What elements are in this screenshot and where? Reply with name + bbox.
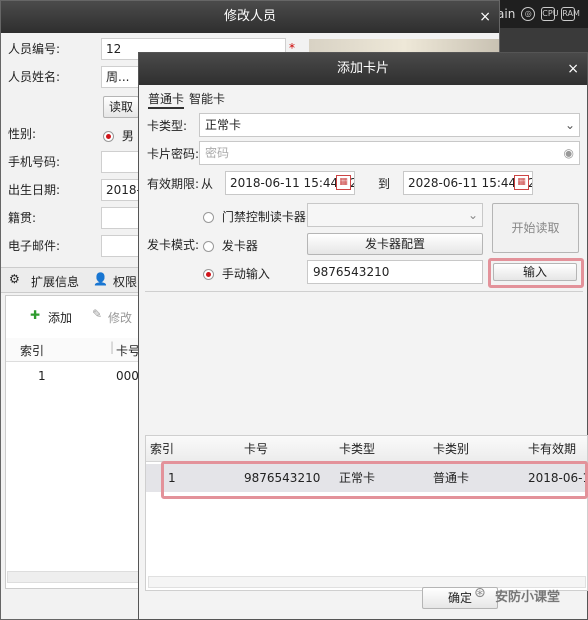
issue-mode-label: 发卡模式:	[147, 238, 200, 252]
row-card-type: 正常卡	[339, 471, 376, 485]
card-list-panel: ✚ 添加 ✎ 修改 索引 | 卡号 1 0000	[5, 295, 147, 589]
plus-icon: ✚	[30, 308, 41, 322]
edit-icon: ✎	[92, 307, 103, 321]
user-icon: 👤	[93, 272, 108, 286]
row-index: 1	[168, 471, 176, 485]
validity-to-label: 到	[378, 177, 391, 191]
card-type-select[interactable]: 正常卡 ⌄	[199, 113, 580, 137]
ok-button[interactable]: 确定	[422, 587, 498, 609]
table-header: 索引 卡号 卡类型 卡类别 卡有效期	[146, 436, 587, 462]
table-row[interactable]: 1 0000	[6, 366, 147, 388]
row-card-no: 9876543210	[244, 471, 321, 485]
add-card-title-bar: 添加卡片 ×	[139, 53, 587, 85]
validity-label: 有效期限:	[147, 177, 200, 191]
radio-unselected-icon	[203, 212, 214, 223]
validity-from-label: 从	[201, 177, 214, 191]
add-card-title: 添加卡片	[336, 61, 389, 76]
watermark-logo-icon: ⊛	[474, 585, 486, 601]
ram-icon: RAM	[561, 7, 580, 21]
row-validity: 2018-06-1	[528, 471, 588, 485]
door-reader-radio[interactable]: 门禁控制读卡器	[203, 208, 306, 225]
chevron-down-icon[interactable]: ⌄	[565, 114, 575, 136]
back-list-header: 索引 | 卡号	[6, 338, 140, 362]
gear-icon: ⚙	[9, 272, 20, 286]
tab-permissions[interactable]: 权限	[113, 273, 137, 290]
issuer-config-button[interactable]: 发卡器配置	[307, 233, 483, 255]
manual-input-radio[interactable]: 手动输入	[203, 265, 270, 282]
person-id-label: 人员编号:	[8, 42, 61, 56]
email-input[interactable]	[101, 235, 141, 257]
cpu-icon: CPU	[541, 7, 559, 21]
card-issuer-radio[interactable]: 发卡器	[203, 237, 258, 254]
column-header-card-no: 卡号	[116, 344, 141, 358]
column-header-card-category: 卡类别	[433, 442, 470, 456]
column-header-card-type: 卡类型	[339, 442, 376, 456]
door-reader-label: 门禁控制读卡器	[221, 210, 306, 224]
chevron-down-icon[interactable]: ⌄	[468, 204, 478, 226]
calendar-icon[interactable]: ▦	[514, 175, 529, 190]
column-header-index: 索引	[150, 442, 175, 456]
radio-unselected-icon	[203, 241, 214, 252]
edit-person-title: 修改人员	[223, 9, 276, 24]
gender-male-radio[interactable]: 男	[103, 127, 134, 144]
card-type-label: 卡类型:	[147, 119, 188, 133]
read-id-button[interactable]: 读取证	[103, 96, 139, 118]
back-tab-strip: ⚙ 扩展信息 👤 权限	[1, 267, 141, 293]
column-header-validity: 卡有效期	[528, 442, 577, 456]
hometown-label: 籍贯:	[8, 211, 37, 225]
radio-selected-icon	[203, 269, 214, 280]
input-button[interactable]: 输入	[493, 263, 577, 281]
birth-date-input[interactable]: 2018-0	[101, 179, 141, 201]
row-card-category: 普通卡	[433, 471, 470, 485]
person-name-input[interactable]: 周...	[101, 66, 141, 88]
app-status-strip: ain ◎ CPU RAM	[495, 0, 588, 28]
valid-from-input[interactable]: 2018-06-11 15:44:02 ▦	[225, 171, 355, 195]
card-type-value: 正常卡	[205, 118, 242, 132]
column-header-index: 索引	[20, 344, 45, 358]
close-icon[interactable]: ×	[567, 53, 579, 85]
column-header-card-no: 卡号	[244, 442, 269, 456]
gender-male-label: 男	[121, 129, 134, 143]
password-placeholder: 密码	[205, 146, 230, 160]
add-card-button[interactable]: 添加	[48, 309, 72, 326]
birth-date-label: 出生日期:	[8, 183, 61, 197]
card-password-label: 卡片密码:	[147, 147, 200, 161]
added-cards-table: 索引 卡号 卡类型 卡类别 卡有效期 1 9876543210 正常卡 普通卡 …	[145, 435, 588, 591]
card-issuer-label: 发卡器	[221, 239, 258, 253]
calendar-icon[interactable]: ▦	[336, 175, 351, 190]
add-card-dialog: 添加卡片 × 普通卡 智能卡 卡类型: 正常卡 ⌄ 卡片密码: 密码 ◉ 有效期…	[138, 52, 588, 620]
email-label: 电子邮件:	[8, 239, 61, 253]
radio-selected-icon	[103, 131, 114, 142]
close-icon[interactable]: ×	[479, 1, 491, 33]
row-index: 1	[38, 369, 46, 383]
start-read-button[interactable]: 开始读取	[492, 203, 579, 253]
hometown-input[interactable]	[101, 207, 141, 229]
watermark-text: 安防小课堂	[495, 590, 561, 605]
divider	[145, 291, 583, 292]
phone-input[interactable]	[101, 151, 141, 173]
person-name-label: 人员姓名:	[8, 70, 61, 84]
gender-label: 性别:	[8, 127, 37, 141]
eye-icon[interactable]: ◉	[564, 142, 574, 164]
edit-person-title-bar: 修改人员 ×	[1, 1, 499, 33]
manual-card-number-input[interactable]: 9876543210	[307, 260, 483, 284]
back-horizontal-scrollbar[interactable]	[7, 571, 139, 583]
door-reader-select[interactable]: ⌄	[307, 203, 483, 227]
phone-label: 手机号码:	[8, 155, 61, 169]
edit-card-button[interactable]: 修改	[108, 309, 132, 326]
column-divider: |	[110, 340, 115, 354]
table-row[interactable]: 1 9876543210 正常卡 普通卡 2018-06-1	[146, 464, 587, 492]
tab-normal-card[interactable]: 普通卡	[148, 89, 185, 109]
card-password-input[interactable]: 密码 ◉	[199, 141, 580, 165]
tab-smart-card[interactable]: 智能卡	[189, 89, 225, 109]
globe-icon[interactable]: ◎	[521, 7, 536, 21]
tab-extended-info[interactable]: 扩展信息	[31, 273, 79, 290]
valid-to-input[interactable]: 2028-06-11 15:44:02 ▦	[403, 171, 533, 195]
manual-input-label: 手动输入	[221, 267, 270, 281]
